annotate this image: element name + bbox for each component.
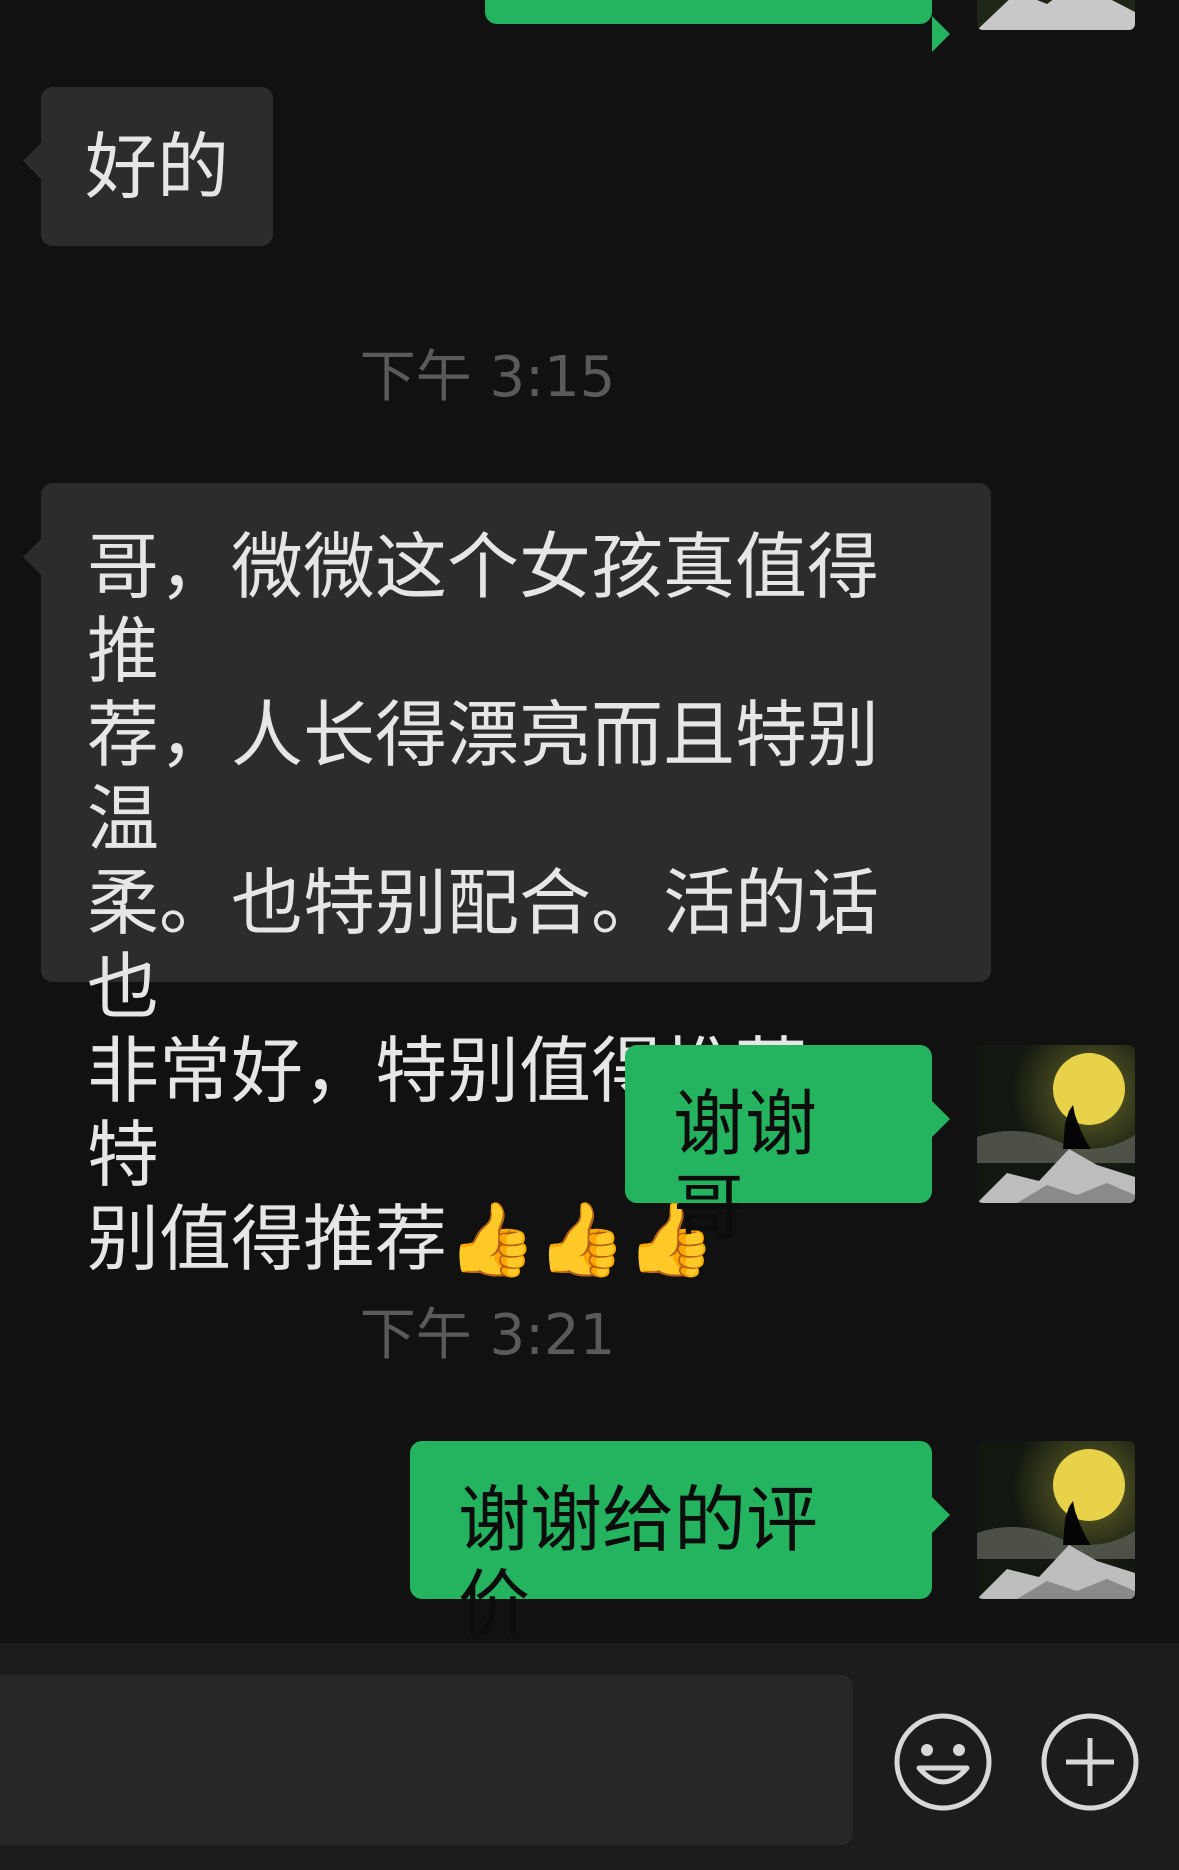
plus-circle-icon [1041,1713,1139,1811]
message-bubble-incoming[interactable]: 哥，微微这个女孩真值得推 荐，人长得漂亮而且特别温 柔。也特别配合。活的话也 非… [23,483,991,1281]
avatar[interactable] [977,1441,1135,1599]
more-button[interactable] [1040,1712,1140,1812]
message-bubble-outgoing-partial[interactable] [485,0,950,52]
message-input[interactable] [0,1675,853,1845]
message-bubble-outgoing[interactable]: 谢谢哥 [625,1045,950,1250]
smiley-face-icon [894,1713,992,1811]
message-text-line: 哥，微微这个女孩真值得推 [87,525,880,693]
timestamp: 下午 3:15 [359,345,616,410]
message-bubble-outgoing[interactable]: 谢谢给的评价 [410,1441,950,1646]
avatar[interactable] [977,1045,1135,1203]
emoji-button[interactable] [893,1712,993,1812]
message-bubble-incoming[interactable]: 好的 [23,87,273,246]
message-text: 好的 [85,125,230,209]
message-text-line: 柔。也特别配合。活的话也 [87,861,880,1029]
message-text-line: 荐，人长得漂亮而且特别温 [87,693,880,861]
message-text: 谢谢给的评价 [458,1478,819,1646]
avatar[interactable] [977,0,1135,30]
message-text-line: 别值得推荐👍👍👍 [87,1197,716,1281]
timestamp: 下午 3:21 [359,1303,616,1368]
